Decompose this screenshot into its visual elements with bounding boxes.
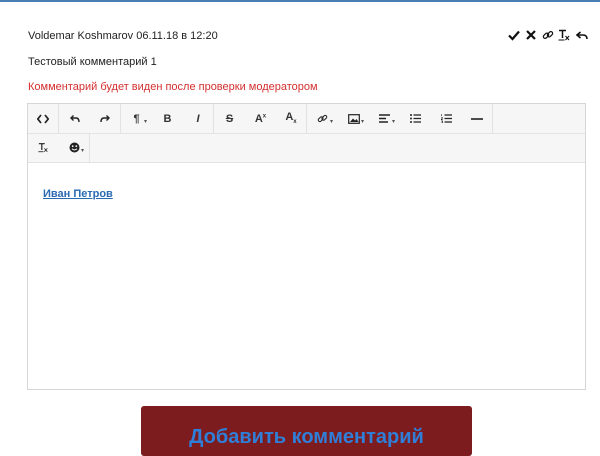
strikethrough-button[interactable]: S [214,104,245,133]
editor-content[interactable]: Иван Петров [43,188,113,200]
paragraph-format-button[interactable]: ¶ ▾ [121,104,152,133]
unordered-list-button[interactable] [400,104,431,133]
top-border [0,0,600,2]
moderation-notice: Комментарий будет виден после проверки м… [28,81,318,93]
comment-author-line: Voldemar Koshmarov 06.11.18 в 12:20 [28,30,218,42]
italic-icon: I [196,112,200,125]
insert-link-button[interactable]: ▾ [307,104,338,133]
horizontal-rule-icon [471,117,483,120]
clear-format-icon [38,143,48,153]
clear-format-icon[interactable] [558,27,571,43]
subscript-icon: Ax [285,111,297,126]
editor-toolbar: ¶ ▾ B I S Ax Ax ▾ ▾ ▾ ▾ [28,104,585,163]
insert-image-button[interactable]: ▾ [338,104,369,133]
undo-button[interactable] [59,104,90,133]
reply-icon[interactable] [575,27,588,43]
comment-actions [507,27,588,43]
link-icon [317,114,328,123]
subscript-button[interactable]: Ax [276,104,307,133]
bullet-list-icon [410,114,421,123]
bold-button[interactable]: B [152,104,183,133]
superscript-button[interactable]: Ax [245,104,276,133]
strikethrough-icon: S [225,112,234,125]
horizontal-rule-button[interactable] [462,104,493,133]
toolbar-row-1: ¶ ▾ B I S Ax Ax ▾ ▾ ▾ [28,104,585,134]
undo-icon [69,115,80,123]
emoticons-button[interactable]: ▾ [59,133,90,162]
redo-icon [100,115,110,123]
align-left-icon [379,114,390,123]
italic-button[interactable]: I [183,104,214,133]
pilcrow-icon: ¶ [133,112,140,125]
image-icon [347,113,360,124]
clear-format-button[interactable] [28,133,59,162]
redo-button[interactable] [90,104,121,133]
add-comment-button[interactable]: Добавить комментарий [141,406,472,456]
superscript-icon: Ax [254,112,267,125]
comment-body: Тестовый комментарий 1 [28,56,157,68]
toolbar-row-2: ▾ [28,133,90,162]
code-icon [37,113,49,124]
link-icon[interactable] [541,27,554,43]
align-button[interactable]: ▾ [369,104,400,133]
rich-text-editor: ¶ ▾ B I S Ax Ax ▾ ▾ ▾ ▾ Иван Петров [27,103,586,390]
smiley-icon [69,142,79,153]
ordered-list-button[interactable] [431,104,462,133]
bold-icon: B [163,112,172,125]
code-view-button[interactable] [28,104,59,133]
user-mention-link[interactable]: Иван Петров [43,188,113,200]
delete-close-icon[interactable] [524,27,537,43]
approve-check-icon[interactable] [507,27,520,43]
numbered-list-icon [441,114,452,123]
